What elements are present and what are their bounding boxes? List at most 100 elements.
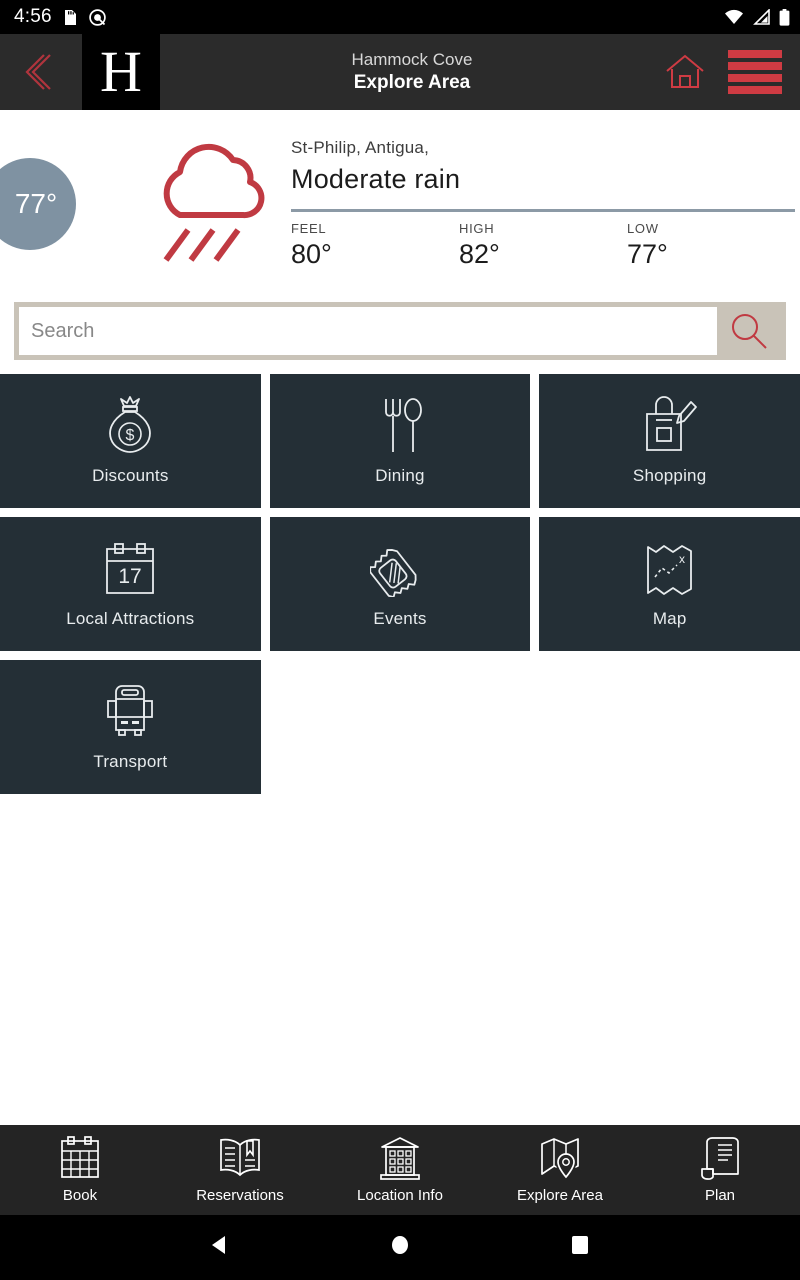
hamburger-menu-icon <box>728 50 782 58</box>
page-title: Explore Area <box>353 72 471 93</box>
hamburger-menu-icon <box>728 62 782 70</box>
triangle-back-icon <box>212 1236 225 1254</box>
treasure-map-icon: x <box>644 539 696 597</box>
tile-label: Transport <box>93 752 168 771</box>
home-icon <box>666 54 704 88</box>
search-bar <box>14 302 786 360</box>
category-grid: $ Discounts Dining Shopping 17 Local Att… <box>0 374 800 1125</box>
stat-label: HIGH <box>459 221 495 236</box>
tile-discounts[interactable]: $ Discounts <box>0 374 261 508</box>
nav-item-location-info[interactable]: Location Info <box>320 1125 480 1215</box>
tile-label: Map <box>652 609 687 628</box>
tile-label: Dining <box>375 466 425 485</box>
stat-divider <box>459 209 627 212</box>
hamburger-menu-icon <box>728 74 782 82</box>
nav-item-explore-area[interactable]: Explore Area <box>480 1125 640 1215</box>
svg-text:x: x <box>679 552 685 566</box>
shopping-bag-icon <box>641 396 699 454</box>
header-actions <box>664 34 800 110</box>
stat-value: 82° <box>459 239 500 269</box>
search-row <box>0 290 800 374</box>
svg-text:17: 17 <box>119 565 142 588</box>
money-bag-icon: $ <box>102 396 158 454</box>
tile-shopping[interactable]: Shopping <box>539 374 800 508</box>
search-button[interactable] <box>717 307 781 355</box>
hamburger-menu-button[interactable] <box>728 50 782 94</box>
tile-events[interactable]: Events <box>269 517 531 651</box>
cellular-signal-icon <box>753 9 770 25</box>
tile-label: Discounts <box>92 466 169 485</box>
svg-text:$: $ <box>126 427 135 444</box>
search-input[interactable] <box>19 307 717 355</box>
nav-label: Reservations <box>196 1187 284 1204</box>
fork-spoon-icon <box>374 396 426 454</box>
brand-logo-letter: H <box>100 39 142 104</box>
chevron-left-icon <box>25 54 51 90</box>
circle-home-icon <box>392 1236 408 1254</box>
tile-label: Events <box>373 609 427 628</box>
brand-logo[interactable]: H <box>82 34 160 110</box>
system-home-button[interactable] <box>389 1234 411 1261</box>
open-book-icon <box>218 1136 262 1180</box>
back-button[interactable] <box>0 34 82 110</box>
stat-divider <box>291 209 459 212</box>
weather-location: St-Philip, Antigua, <box>291 138 429 157</box>
hamburger-menu-icon <box>728 86 782 94</box>
rain-cloud-icon <box>163 143 265 262</box>
app-header: H Hammock Cove Explore Area <box>0 34 800 110</box>
search-icon <box>732 314 767 349</box>
tile-dining[interactable]: Dining <box>269 374 531 508</box>
nav-label: Explore Area <box>517 1187 603 1204</box>
stat-value: 77° <box>627 239 668 269</box>
app-root: 4:56 H Hammock Cove Explore Area 77° St-… <box>0 0 800 1280</box>
tile-local-attractions[interactable]: 17 Local Attractions <box>0 517 261 651</box>
android-status-bar: 4:56 <box>0 0 800 34</box>
do-not-disturb-icon <box>89 8 106 26</box>
weather-condition: Moderate rain <box>291 164 461 194</box>
stat-value: 80° <box>291 239 332 269</box>
weather-info: St-Philip, Antigua, Moderate rain FEEL 8… <box>291 138 800 270</box>
system-back-button[interactable] <box>209 1234 231 1261</box>
weather-stat-high: HIGH 82° <box>459 209 627 270</box>
weather-panel: 77° St-Philip, Antigua, Moderate rain FE… <box>0 110 800 290</box>
nav-label: Book <box>62 1187 98 1204</box>
home-button[interactable] <box>664 52 706 92</box>
ticket-icon <box>369 539 430 597</box>
tile-label: Shopping <box>632 466 707 485</box>
stat-label: LOW <box>627 221 659 236</box>
sd-card-icon <box>64 9 76 25</box>
stat-divider <box>627 209 795 212</box>
bottom-navigation: Book Reservations Location Info Explore … <box>0 1125 800 1215</box>
nav-item-reservations[interactable]: Reservations <box>160 1125 320 1215</box>
header-subtitle: Hammock Cove <box>351 50 473 69</box>
nav-item-book[interactable]: Book <box>0 1125 160 1215</box>
calendar-17-icon: 17 <box>102 539 158 597</box>
battery-icon <box>779 8 790 26</box>
grid-empty-cell <box>270 660 531 794</box>
weather-stat-feel: FEEL 80° <box>291 209 459 270</box>
tile-label: Local Attractions <box>66 609 195 628</box>
building-icon <box>379 1136 421 1180</box>
tile-map[interactable]: x Map <box>539 517 800 651</box>
system-recents-button[interactable] <box>569 1234 591 1261</box>
android-system-nav <box>0 1215 800 1280</box>
stat-label: FEEL <box>291 221 327 236</box>
current-temperature-badge: 77° <box>0 158 76 250</box>
nav-item-plan[interactable]: Plan <box>640 1125 800 1215</box>
status-bar-clock: 4:56 <box>14 6 52 27</box>
calendar-icon <box>59 1136 101 1180</box>
weather-stats: FEEL 80° HIGH 82° LOW 77° <box>291 209 800 270</box>
nav-label: Location Info <box>357 1187 443 1204</box>
grid-empty-cell <box>539 660 800 794</box>
status-bar-left: 4:56 <box>14 6 106 28</box>
tile-transport[interactable]: Transport <box>0 660 261 794</box>
nav-label: Plan <box>704 1187 736 1204</box>
header-titles: Hammock Cove Explore Area <box>160 34 664 110</box>
wifi-icon <box>725 9 743 24</box>
weather-condition-icon-wrap <box>150 132 270 272</box>
bus-icon <box>102 682 158 740</box>
square-recents-icon <box>572 1236 588 1254</box>
scroll-document-icon <box>699 1136 741 1180</box>
status-bar-right <box>724 8 790 26</box>
map-pin-icon <box>539 1136 581 1180</box>
